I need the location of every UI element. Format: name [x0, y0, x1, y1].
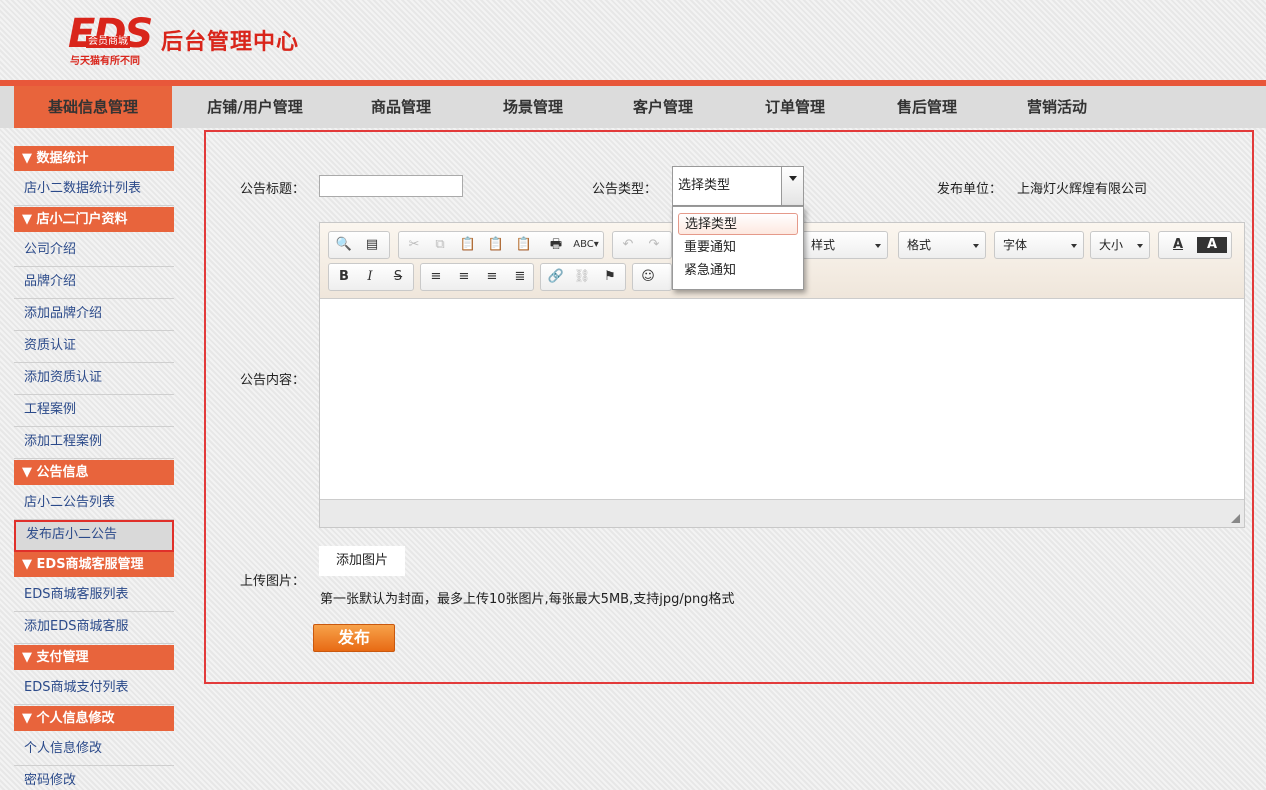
template-icon[interactable]: ▤	[361, 235, 383, 255]
strike-icon[interactable]: S	[387, 267, 409, 287]
undo-icon[interactable]: ↶	[617, 235, 639, 255]
sidebar-item-add-case[interactable]: 添加工程案例	[14, 427, 174, 459]
sidebar-item-certification[interactable]: 资质认证	[14, 331, 174, 363]
italic-icon[interactable]: I	[359, 267, 381, 287]
nav-item-scenes[interactable]: 场景管理	[472, 86, 594, 128]
cut-icon[interactable]: ✂	[403, 235, 425, 255]
sidebar-item-add-certification[interactable]: 添加资质认证	[14, 363, 174, 395]
logo-mark: EDS	[68, 11, 153, 57]
toolbar-group-insert: ☺	[632, 263, 672, 291]
upload-hint: 第一张默认为封面，最多上传10张图片,每张最大5MB,支持jpg/png格式	[320, 592, 735, 607]
align-justify-icon[interactable]: ≣	[509, 267, 531, 287]
sidebar-item-stats-list[interactable]: 店小二数据统计列表	[14, 174, 174, 206]
main-nav: 基础信息管理 店铺/用户管理 商品管理 场景管理 客户管理 订单管理 售后管理 …	[0, 86, 1266, 128]
sidebar-group-notices[interactable]: ▼ 公告信息	[14, 460, 174, 485]
logo-slogan: 与天猫有所不同	[70, 56, 140, 67]
align-center-icon[interactable]: ≡	[453, 267, 475, 287]
bg-color-icon[interactable]: A	[1197, 237, 1227, 253]
align-right-icon[interactable]: ≡	[481, 267, 503, 287]
sidebar-item-publish-notice[interactable]: 发布店小二公告	[14, 520, 174, 552]
type-option-urgent[interactable]: 紧急通知	[678, 260, 798, 282]
nav-item-marketing[interactable]: 营销活动	[996, 86, 1118, 128]
resize-handle-icon[interactable]	[1231, 514, 1240, 523]
redo-icon[interactable]: ↷	[643, 235, 665, 255]
link-icon[interactable]: 🔗	[545, 267, 567, 287]
sidebar-group-payment[interactable]: ▼ 支付管理	[14, 645, 174, 670]
editor-content-area[interactable]	[320, 299, 1244, 499]
format-combo[interactable]: 格式	[898, 231, 986, 259]
unit-value: 上海灯火辉煌有限公司	[1017, 182, 1148, 197]
sidebar: ▼ 数据统计 店小二数据统计列表 ▼ 店小二门户资料 公司介绍 品牌介绍 添加品…	[14, 146, 174, 790]
type-option-important[interactable]: 重要通知	[678, 237, 798, 259]
type-select-value: 选择类型	[678, 178, 731, 193]
nav-item-after-sales[interactable]: 售后管理	[866, 86, 988, 128]
chevron-down-icon[interactable]	[781, 167, 803, 205]
nav-item-products[interactable]: 商品管理	[340, 86, 462, 128]
nav-item-customers[interactable]: 客户管理	[602, 86, 724, 128]
font-combo[interactable]: 字体	[994, 231, 1084, 259]
toolbar-group-basic: B I S	[328, 263, 414, 291]
toolbar-group-history: ↶ ↷	[612, 231, 672, 259]
header: EDS 会员商城 后台管理中心 与天猫有所不同	[0, 0, 1266, 82]
sidebar-item-payment-list[interactable]: EDS商城支付列表	[14, 673, 174, 705]
notice-form-panel: 公告标题： 公告类型： 选择类型 选择类型 重要通知 紧急通知 发布单位： 上海…	[204, 130, 1254, 684]
sidebar-item-add-brand[interactable]: 添加品牌介绍	[14, 299, 174, 331]
type-select[interactable]: 选择类型	[672, 166, 804, 206]
add-image-button[interactable]: 添加图片	[319, 546, 405, 576]
nav-item-orders[interactable]: 订单管理	[734, 86, 856, 128]
sidebar-group-profile[interactable]: ▼ 个人信息修改	[14, 706, 174, 731]
paste-text-icon[interactable]: 📋	[485, 235, 507, 255]
toolbar-group-doc: 🔍 ▤	[328, 231, 390, 259]
sidebar-item-cases[interactable]: 工程案例	[14, 395, 174, 427]
smiley-icon[interactable]: ☺	[637, 267, 659, 287]
paste-word-icon[interactable]: 📋	[513, 235, 535, 255]
toolbar-group-clipboard: ✂ ⧉ 📋 📋 📋 🖶 ABC▾	[398, 231, 604, 259]
anchor-flag-icon[interactable]: ⚑	[599, 267, 621, 287]
unit-label: 发布单位：	[937, 182, 1003, 197]
type-dropdown: 选择类型 重要通知 紧急通知	[672, 206, 804, 290]
bold-icon[interactable]: B	[333, 267, 355, 287]
spellcheck-icon[interactable]: ABC▾	[571, 235, 601, 255]
upload-label: 上传图片：	[240, 574, 306, 589]
sidebar-item-add-service[interactable]: 添加EDS商城客服	[14, 612, 174, 644]
sidebar-item-profile-edit[interactable]: 个人信息修改	[14, 734, 174, 766]
toolbar-group-align: ≡ ≡ ≡ ≣	[420, 263, 534, 291]
title-input[interactable]	[319, 175, 463, 197]
sidebar-item-company-intro[interactable]: 公司介绍	[14, 235, 174, 267]
align-left-icon[interactable]: ≡	[425, 267, 447, 287]
text-color-icon[interactable]: A	[1163, 235, 1193, 255]
type-label: 公告类型：	[592, 182, 658, 197]
paste-icon[interactable]: 📋	[457, 235, 479, 255]
style-combo[interactable]: 样式	[802, 231, 888, 259]
content-label: 公告内容：	[240, 373, 306, 388]
sidebar-item-service-list[interactable]: EDS商城客服列表	[14, 580, 174, 612]
sidebar-group-portal[interactable]: ▼ 店小二门户资料	[14, 207, 174, 232]
sidebar-group-stats[interactable]: ▼ 数据统计	[14, 146, 174, 171]
logo-sub: 会员商城	[86, 36, 130, 48]
editor-footer	[320, 499, 1244, 527]
copy-icon[interactable]: ⧉	[429, 235, 451, 255]
sidebar-group-service[interactable]: ▼ EDS商城客服管理	[14, 552, 174, 577]
sidebar-item-password[interactable]: 密码修改	[14, 766, 174, 790]
size-combo[interactable]: 大小	[1090, 231, 1150, 259]
sidebar-item-brand-intro[interactable]: 品牌介绍	[14, 267, 174, 299]
publish-button[interactable]: 发布	[313, 624, 395, 652]
toolbar-group-colors: A A	[1158, 231, 1232, 259]
toolbar-group-links: 🔗 ⛓ ⚑	[540, 263, 626, 291]
preview-icon[interactable]: 🔍	[333, 235, 355, 255]
nav-item-basic-info[interactable]: 基础信息管理	[14, 86, 172, 128]
site-title: 后台管理中心	[161, 30, 300, 55]
print-icon[interactable]: 🖶	[545, 235, 567, 255]
logo[interactable]: EDS 会员商城 后台管理中心 与天猫有所不同	[68, 11, 308, 67]
unlink-icon[interactable]: ⛓	[571, 267, 593, 287]
nav-item-store-user[interactable]: 店铺/用户管理	[190, 86, 320, 128]
type-option-select[interactable]: 选择类型	[678, 213, 798, 235]
sidebar-item-notice-list[interactable]: 店小二公告列表	[14, 488, 174, 520]
title-label: 公告标题：	[240, 182, 306, 197]
